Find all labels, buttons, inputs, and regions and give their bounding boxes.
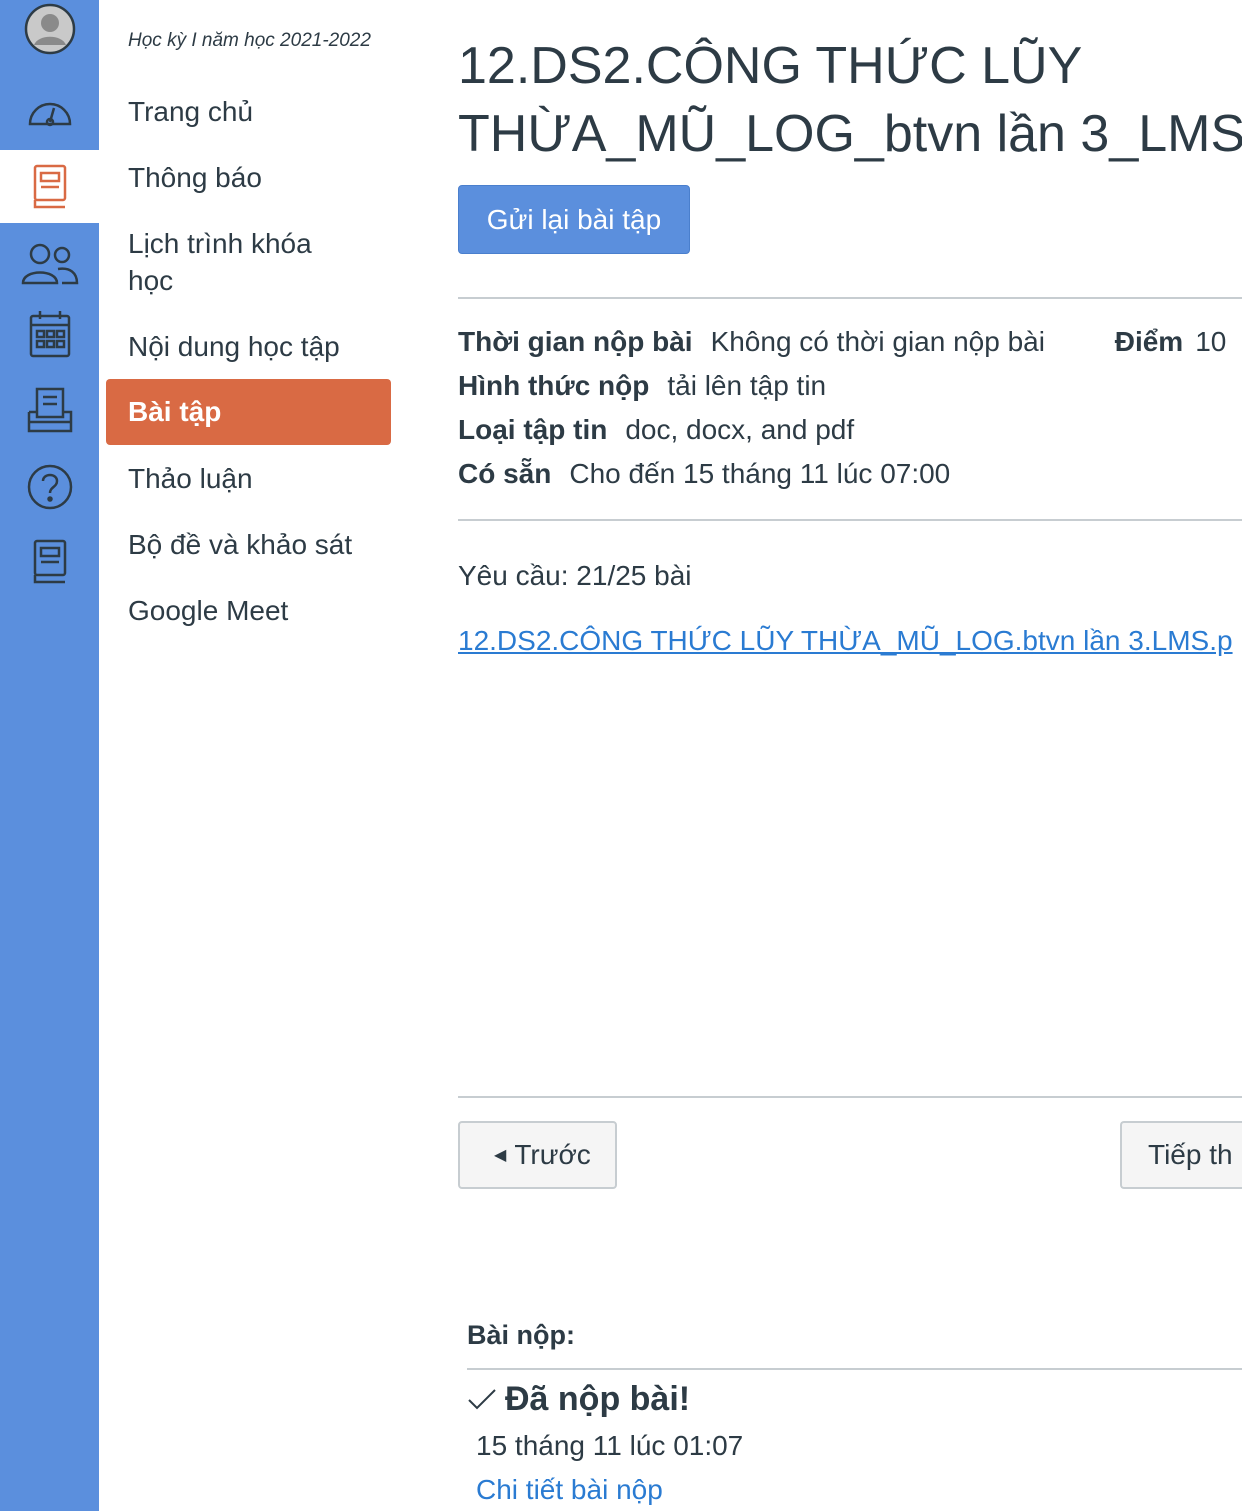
submission-details-link[interactable]: Chi tiết bài nộp — [476, 1474, 663, 1506]
submit-type-value: tải lên tập tin — [667, 370, 827, 401]
next-label: Tiếp th — [1148, 1139, 1233, 1170]
due-label: Thời gian nộp bài — [458, 326, 693, 357]
available-value: Cho đến 15 tháng 11 lúc 07:00 — [569, 458, 951, 489]
submit-type-row: Hình thức nộp tải lên tập tin — [458, 370, 826, 402]
term-label: Học kỳ I năm học 2021-2022 — [128, 30, 371, 51]
course-nav-syllabus[interactable]: Lịch trình khóa học — [128, 225, 358, 299]
assignment-title-line2: THỪA_MŨ_LOG_btvn lần 3_LMS — [458, 105, 1242, 163]
account-avatar-icon[interactable] — [0, 0, 99, 58]
dashboard-icon[interactable] — [0, 80, 99, 140]
calendar-icon[interactable] — [0, 303, 99, 365]
file-types-label: Loại tập tin — [458, 414, 608, 445]
checkmark-icon — [467, 1388, 497, 1412]
file-types-value: doc, docx, and pdf — [625, 414, 855, 445]
available-row: Có sẵn Cho đến 15 tháng 11 lúc 07:00 — [458, 458, 950, 490]
resubmit-button[interactable]: Gửi lại bài tập — [458, 185, 690, 254]
requirement-text: Yêu cầu: 21/25 bài — [458, 560, 692, 591]
global-nav-rail — [0, 0, 99, 1511]
course-nav-announcements[interactable]: Thông báo — [128, 159, 262, 196]
course-navigation: Học kỳ I năm học 2021-2022 Trang chủ Thô… — [99, 0, 399, 1511]
submission-header: Bài nộp: — [467, 1320, 575, 1350]
due-value: Không có thời gian nộp bài — [710, 326, 1045, 357]
inbox-icon[interactable] — [0, 380, 99, 440]
file-types-row: Loại tập tin doc, docx, and pdf — [458, 414, 854, 446]
submission-date: 15 tháng 11 lúc 01:07 — [476, 1430, 744, 1461]
due-row: Thời gian nộp bài Không có thời gian nộp … — [458, 326, 1226, 358]
courses-icon[interactable] — [0, 150, 99, 223]
divider — [458, 1096, 1242, 1098]
submission-status: Đã nộp bài! — [467, 1380, 690, 1419]
points-label: Điểm — [1114, 326, 1184, 357]
course-nav-modules[interactable]: Nội dung học tập — [128, 328, 340, 365]
course-nav-google-meet[interactable]: Google Meet — [128, 592, 288, 629]
course-nav-quizzes[interactable]: Bộ đề và khảo sát — [128, 526, 352, 563]
divider — [467, 1368, 1242, 1370]
attachment-link[interactable]: 12.DS2.CÔNG THỨC LŨY THỪA_MŨ_LOG.btvn lầ… — [458, 625, 1233, 657]
course-nav-assignments[interactable]: Bài tập — [106, 379, 391, 445]
assignment-title: 12.DS2.CÔNG THỨC LŨY THỪA_MŨ_LOG_btvn lầ… — [458, 32, 1242, 168]
divider — [458, 519, 1242, 521]
next-button[interactable]: Tiếp th — [1120, 1121, 1242, 1189]
submit-type-label: Hình thức nộp — [458, 370, 650, 401]
course-nav-home[interactable]: Trang chủ — [128, 93, 253, 130]
caret-left-icon: ◀ — [494, 1147, 507, 1164]
available-label: Có sẵn — [458, 458, 552, 489]
assignment-title-line1: 12.DS2.CÔNG THỨC LŨY — [458, 37, 1083, 95]
commons-icon[interactable] — [0, 533, 99, 591]
points-value: 10 — [1195, 326, 1227, 357]
divider — [458, 297, 1242, 299]
submission-status-text: Đã nộp bài! — [505, 1380, 691, 1418]
previous-button[interactable]: ◀ Trước — [458, 1121, 617, 1189]
groups-icon[interactable] — [0, 230, 99, 295]
previous-label: Trước — [514, 1139, 591, 1170]
course-nav-discussions[interactable]: Thảo luận — [128, 460, 253, 497]
help-icon[interactable] — [0, 458, 99, 516]
